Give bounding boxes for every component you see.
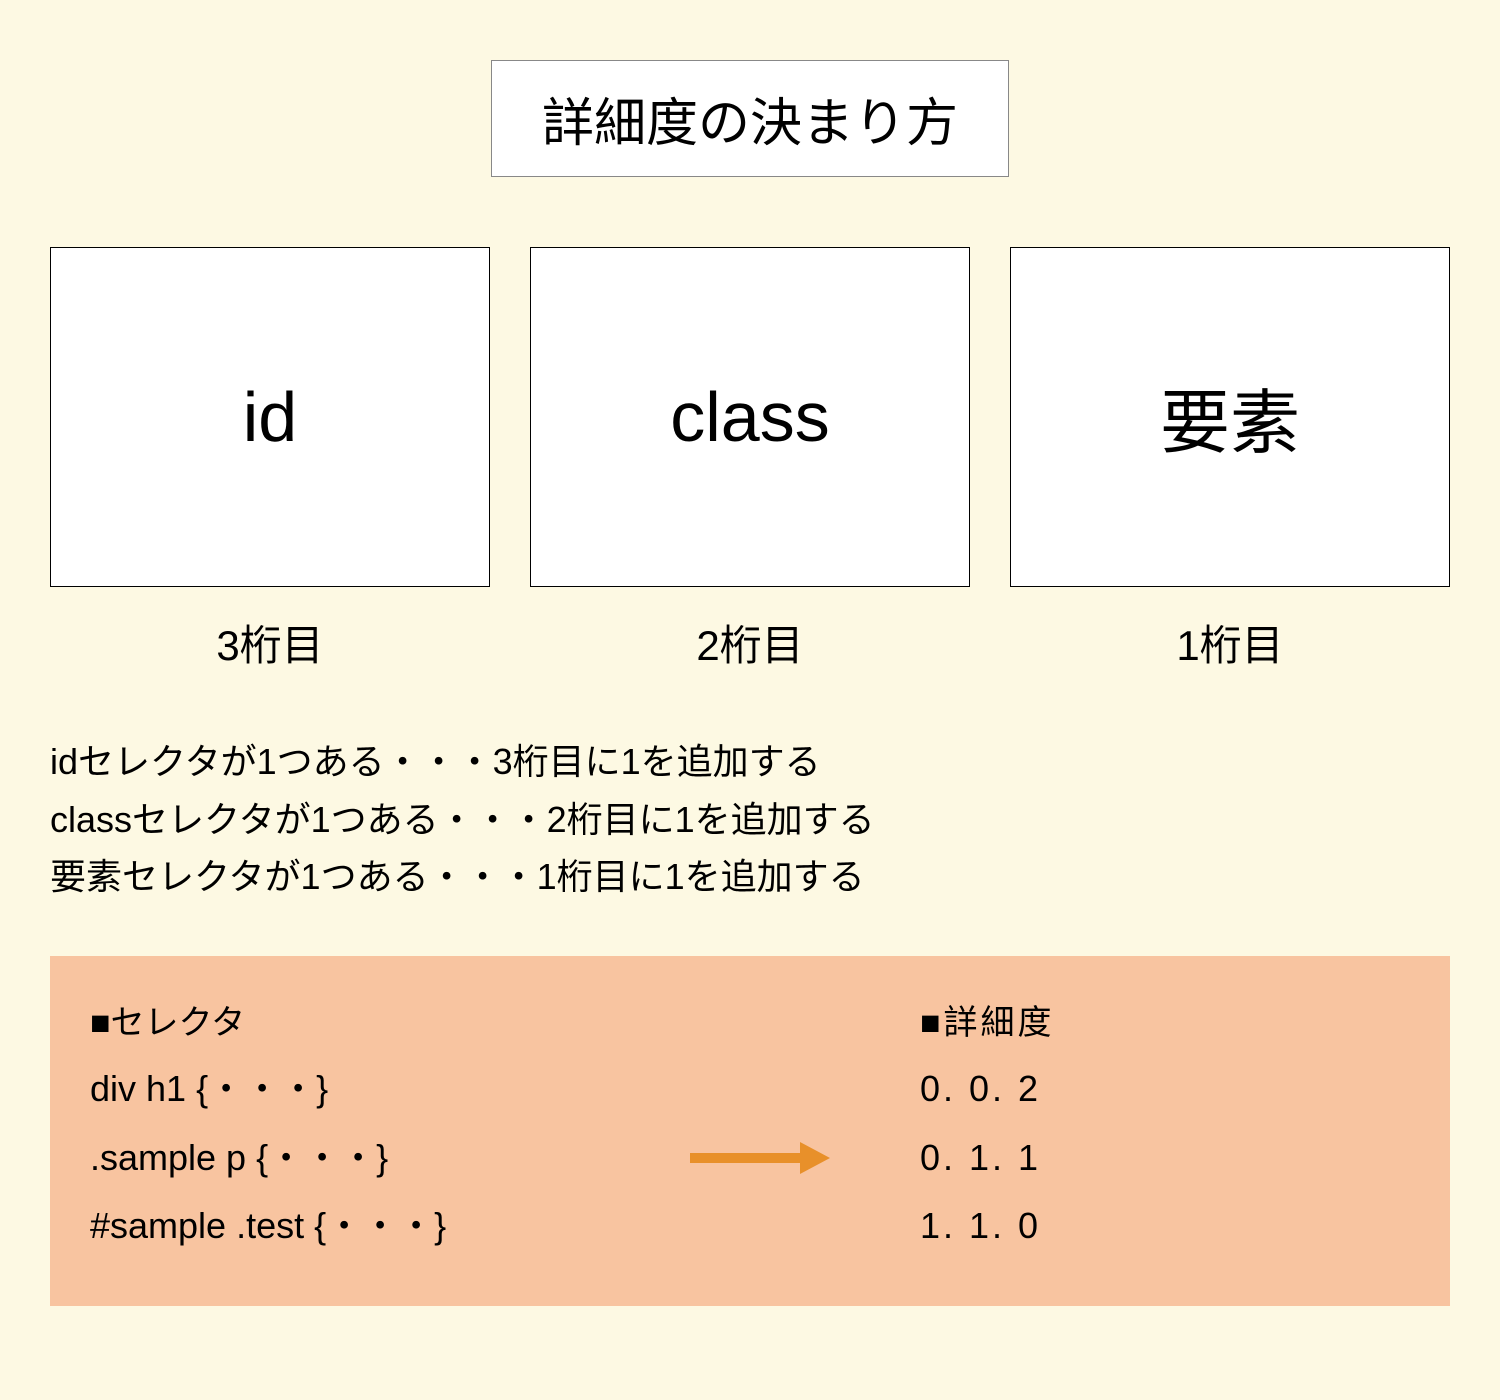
rule-line: classセレクタが1つある・・・2桁目に1を追加する (50, 791, 1450, 849)
rules-list: idセレクタが1つある・・・3桁目に1を追加する classセレクタが1つある・… (50, 733, 1450, 906)
spec-cell: 0. 1. 1 (920, 1124, 1410, 1192)
spec-header: ■詳細度 (920, 991, 1410, 1056)
digit-labels: 3桁目 2桁目 1桁目 (50, 612, 1450, 673)
spec-cell: 0. 0. 2 (920, 1055, 1410, 1123)
arrow-icon (690, 1146, 830, 1170)
selector-cell: div h1 {・・・} (90, 1055, 690, 1123)
selector-cell: .sample p {・・・} (90, 1124, 690, 1192)
example-panel: ■セレクタ ■詳細度 div h1 {・・・} 0. 0. 2 .sample … (50, 956, 1450, 1306)
digit-label-2: 2桁目 (530, 612, 970, 673)
digit-label-1: 1桁目 (1010, 612, 1450, 673)
page-title: 詳細度の決まり方 (491, 60, 1009, 177)
box-class: class (530, 247, 970, 587)
spec-cell: 1. 1. 0 (920, 1192, 1410, 1260)
rule-line: idセレクタが1つある・・・3桁目に1を追加する (50, 733, 1450, 791)
digit-label-3: 3桁目 (50, 612, 490, 673)
specificity-boxes: id class 要素 (50, 247, 1450, 587)
box-id: id (50, 247, 490, 587)
box-element: 要素 (1010, 247, 1450, 587)
selector-header: ■セレクタ (90, 991, 690, 1056)
selector-cell: #sample .test {・・・} (90, 1192, 690, 1260)
rule-line: 要素セレクタが1つある・・・1桁目に1を追加する (50, 848, 1450, 906)
